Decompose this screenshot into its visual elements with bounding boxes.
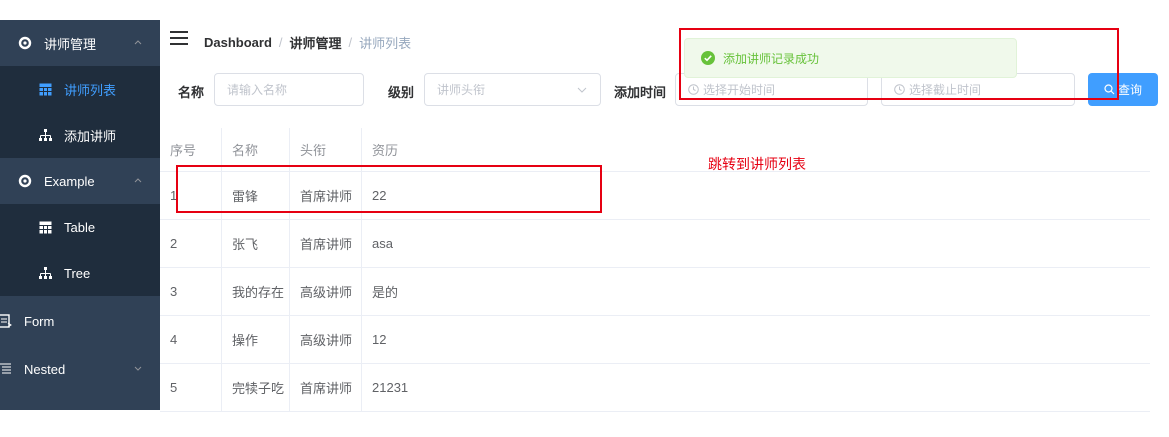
sidebar-item-add-teacher[interactable]: 添加讲师 xyxy=(0,112,160,158)
level-label: 级别 xyxy=(388,85,415,100)
sidebar-item-label: Form xyxy=(24,313,55,329)
cell-name: 张飞 xyxy=(222,220,290,267)
sidebar-item-tree[interactable]: Tree xyxy=(0,250,160,296)
chevron-down-icon xyxy=(576,84,588,96)
sidebar: 讲师管理 讲师列表 添加讲师 Example Table Tree Form N… xyxy=(0,20,160,410)
sidebar-item-label: 讲师管理 xyxy=(44,36,97,52)
breadcrumb-section[interactable]: 讲师管理 xyxy=(290,33,342,52)
table-icon xyxy=(38,220,52,234)
name-label: 名称 xyxy=(178,85,205,100)
cell-name: 完犊子吃 xyxy=(222,364,290,411)
breadcrumb-separator: / xyxy=(278,35,283,50)
cell-title: 首席讲师 xyxy=(290,220,362,267)
chevron-up-icon xyxy=(132,36,144,48)
cell-title: 首席讲师 xyxy=(290,364,362,411)
sidebar-item-label: Example xyxy=(44,173,95,189)
cell-name: 操作 xyxy=(222,316,290,363)
nested-icon xyxy=(0,362,12,376)
form-icon xyxy=(0,314,12,328)
sidebar-item-label: 添加讲师 xyxy=(64,128,117,144)
sidebar-item-label: Nested xyxy=(24,361,66,377)
chevron-down-icon xyxy=(132,362,144,374)
query-button-label: 查询 xyxy=(1117,83,1142,97)
level-select-placeholder: 讲师头衔 xyxy=(437,83,486,97)
table-row: 4 操作 高级讲师 12 xyxy=(160,316,1150,364)
cell-index: 3 xyxy=(160,268,222,315)
table-icon xyxy=(38,82,52,96)
annotation-text: 跳转到讲师列表 xyxy=(708,156,806,172)
hamburger-icon[interactable] xyxy=(170,30,188,46)
cell-career: 21231 xyxy=(372,380,409,395)
gear-icon xyxy=(18,174,32,188)
gear-icon xyxy=(18,36,32,50)
cell-career: 是的 xyxy=(372,285,399,300)
breadcrumb-current: 讲师列表 xyxy=(359,36,412,51)
level-select[interactable]: 讲师头衔 xyxy=(424,73,601,106)
table-row: 2 张飞 首席讲师 asa xyxy=(160,220,1150,268)
sidebar-item-teacher-management[interactable]: 讲师管理 xyxy=(0,20,160,66)
sidebar-item-example[interactable]: Example xyxy=(0,158,160,204)
sidebar-item-label: 讲师列表 xyxy=(64,82,117,98)
annotation-box-row xyxy=(176,165,602,213)
cell-index: 4 xyxy=(160,316,222,363)
table-row: 5 完犊子吃 首席讲师 21231 xyxy=(160,364,1150,412)
sidebar-item-table[interactable]: Table xyxy=(0,204,160,250)
sidebar-item-teacher-list[interactable]: 讲师列表 xyxy=(0,66,160,112)
name-input-placeholder: 请输入名称 xyxy=(227,83,288,97)
tree-icon xyxy=(38,266,52,280)
sidebar-item-nested[interactable]: Nested xyxy=(0,346,160,392)
cell-name: 我的存在 xyxy=(222,268,290,315)
sidebar-item-form[interactable]: Form xyxy=(0,298,160,344)
sidebar-item-label: Table xyxy=(64,219,96,235)
sidebar-item-label: Tree xyxy=(64,265,91,281)
name-input[interactable]: 请输入名称 xyxy=(214,73,364,106)
table-row: 3 我的存在 高级讲师 是的 xyxy=(160,268,1150,316)
breadcrumb-home[interactable]: Dashboard xyxy=(204,35,272,50)
breadcrumb: Dashboard / 讲师管理 / 讲师列表 xyxy=(204,33,411,52)
cell-index: 5 xyxy=(160,364,222,411)
cell-career: asa xyxy=(372,236,393,251)
tree-icon xyxy=(38,128,52,142)
cell-index: 2 xyxy=(160,220,222,267)
cell-title: 高级讲师 xyxy=(290,316,362,363)
annotation-box-notification xyxy=(679,28,1119,100)
cell-title: 高级讲师 xyxy=(290,268,362,315)
chevron-up-icon xyxy=(132,174,144,186)
breadcrumb-separator: / xyxy=(348,35,353,50)
cell-career: 12 xyxy=(372,332,387,347)
time-label: 添加时间 xyxy=(614,85,667,100)
